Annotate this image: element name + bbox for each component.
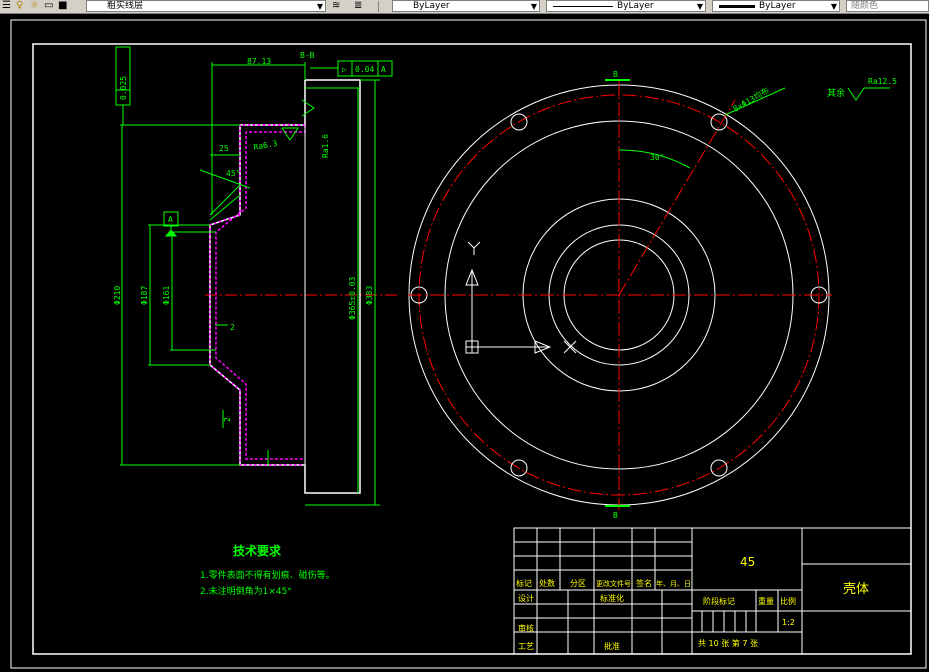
tb-signature: 签名 [636, 578, 652, 588]
dim-87: 87.13 [247, 57, 271, 66]
lightbulb-icon[interactable]: ♀ [16, 0, 23, 13]
tb-scale-label: 比例 [780, 596, 796, 606]
lineweight-label: ByLayer [759, 1, 796, 11]
dim-d365: Φ365±0.03 [348, 276, 357, 320]
chevron-down-icon: ▼ [530, 2, 537, 11]
dim-d187: Φ187 [140, 286, 149, 305]
section-label: B-B [300, 51, 315, 60]
tb-process: 工艺 [518, 642, 534, 651]
roughness-rest-symbol [847, 87, 890, 101]
dim-2b: 2 [223, 417, 232, 422]
lineweight-dropdown[interactable]: ByLayer ▼ [712, 0, 840, 12]
plotstyle-dropdown[interactable]: 随颜色 [846, 0, 929, 12]
tb-stage-mark: 阶段标记 [703, 596, 735, 606]
section-view [115, 46, 400, 506]
other-surface-label: 其余 [827, 87, 845, 99]
dim-25: 25 [219, 144, 229, 153]
layer-dropdown[interactable]: 粗实线层 ▼ [86, 0, 326, 12]
properties-toolbar: ☰ ♀ ☼ ▭ ■ 粗实线层 ▼ ≋ ≣ ByLayer ▼ ByLayer ▼… [0, 0, 929, 14]
lock-icon[interactable]: ▭ [44, 0, 53, 13]
runout-datum: A [381, 65, 386, 74]
angle-30: 30° [650, 153, 664, 162]
layer-name: 粗实线层 [107, 1, 144, 11]
tb-weight: 重量 [758, 596, 774, 606]
drawing-canvas[interactable]: 0.025 87.13 B-B 0.04 A ▷ A Ra6.3 Ra1.6 2… [0, 14, 929, 672]
roughness-ra63: Ra6.3 [253, 139, 278, 152]
tb-count: 处数 [539, 578, 555, 588]
drawing-border-outer [10, 19, 927, 669]
holes-callout: 8×Φ13均布 [731, 85, 771, 114]
line-sample [553, 6, 613, 7]
tb-change-doc: 更改文件号 [596, 579, 631, 588]
chevron-down-icon: ▼ [316, 2, 323, 11]
chevron-down-icon: ▼ [830, 2, 837, 11]
tb-scale: 1:2 [782, 618, 795, 627]
color-square-icon[interactable]: ■ [58, 0, 67, 13]
diagonal-centerline [618, 99, 736, 296]
tb-approve: 批准 [604, 641, 620, 651]
note-1: 1.零件表面不得有划痕、碰伤等。 [200, 569, 335, 581]
datum-a-label: A [168, 215, 173, 224]
tb-part-name: 壳体 [843, 582, 869, 597]
dim-d161: Φ161 [162, 286, 171, 305]
line-sample [719, 5, 755, 8]
dim-2a: 2 [230, 323, 235, 332]
linetype-dropdown[interactable]: ByLayer ▼ [546, 0, 706, 12]
color-dropdown[interactable]: ByLayer ▼ [392, 0, 540, 12]
tb-date: 年、月、日 [656, 579, 691, 588]
layer-previous-icon[interactable]: ≣ [354, 0, 362, 13]
tb-material: 45 [740, 555, 755, 569]
tb-design: 设计 [518, 593, 534, 603]
tb-review: 审核 [518, 623, 534, 633]
plotstyle-label: 随颜色 [851, 1, 879, 11]
dim-d210: Φ210 [113, 286, 122, 305]
tb-zone: 分区 [570, 579, 586, 588]
tb-sheets: 共 10 张 第 7 张 [698, 638, 758, 648]
section-mark-bottom: B [613, 511, 618, 520]
chevron-down-icon: ▼ [696, 2, 703, 11]
roughness-ra16: Ra1.6 [321, 134, 330, 158]
layers-icon[interactable]: ☰ [2, 0, 11, 13]
sun-icon[interactable]: ☼ [30, 0, 39, 13]
roughness-rest: Ra12.5 [868, 77, 897, 86]
note-2: 2.未注明倒角为1×45° [200, 585, 292, 597]
linetype-label: ByLayer [617, 1, 654, 11]
section-mark-top: B [613, 70, 618, 79]
tb-mark: 标记 [516, 578, 532, 588]
angle-45: 45° [226, 169, 240, 178]
flatness-value: 0.025 [119, 76, 128, 100]
runout-value: 0.04 [355, 65, 374, 74]
runout-symbol: ▷ [342, 65, 347, 74]
toolbar-separator [378, 1, 379, 12]
notes-title: 技术要求 [233, 543, 282, 558]
section-profile [209, 79, 361, 494]
front-view [408, 79, 890, 510]
tb-standardize: 标准化 [600, 593, 624, 603]
dim-d383: Φ383 [365, 286, 374, 305]
color-label: ByLayer [413, 1, 450, 11]
make-current-icon[interactable]: ≋ [332, 0, 340, 13]
